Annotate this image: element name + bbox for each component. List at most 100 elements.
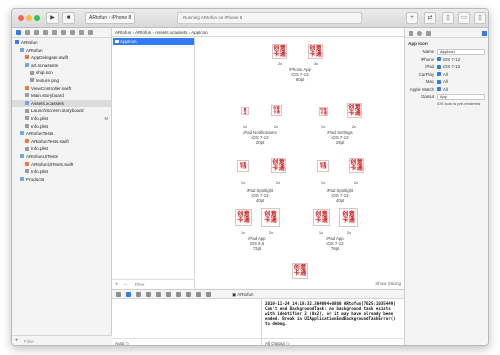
icon-slot-ipad-app-713-1x[interactable]: 创意卡通 — [313, 209, 330, 226]
icon-slot-ipad-settings-2x[interactable]: 创意卡通 — [347, 103, 362, 118]
navigator-item[interactable]: Assets.xcassets — [12, 99, 111, 108]
icon-slot-ipad-app-713-2x[interactable]: 创意卡通 — [339, 208, 358, 227]
toggle-debug-button[interactable]: ▭ — [458, 12, 470, 24]
set-filter-input[interactable]: Filter — [135, 282, 145, 287]
icon-slot-ipad-settings-1x[interactable]: 创意卡通 — [319, 107, 328, 116]
navigator-item[interactable]: art.scnassets — [12, 62, 111, 70]
library-button[interactable]: + — [406, 12, 418, 24]
prerendered-checkbox[interactable]: iOS icon is pre-rendered — [405, 101, 488, 107]
navigator-item[interactable]: ARtofunUITests.swift — [12, 161, 111, 169]
navigator-item-label: ViewController.swift — [31, 85, 71, 91]
scheme-selector[interactable]: ARtofun › iPhone 8 — [85, 12, 136, 24]
test-icon[interactable] — [61, 30, 66, 35]
platform-value[interactable]: All — [443, 86, 448, 94]
navigator-item[interactable]: ARtofunTests — [12, 130, 111, 138]
search-icon[interactable] — [43, 30, 48, 35]
platform-value[interactable]: iOS 7-13 — [443, 63, 460, 71]
view-debugger-icon[interactable] — [176, 292, 181, 297]
platform-value[interactable]: All — [443, 78, 448, 86]
jump-bar-path[interactable]: ARtofun › ARtofun › Assets.xcassets › Ap… — [115, 30, 208, 35]
breakpoints-toggle-icon[interactable] — [126, 292, 131, 297]
navigator-item[interactable]: texture.png — [12, 77, 111, 85]
zoom-window-button[interactable] — [34, 15, 40, 21]
icon-slot-ipad-spotlight-1x[interactable]: 创意卡通 — [317, 160, 329, 172]
platform-checkbox[interactable] — [437, 57, 441, 62]
report-icon[interactable] — [88, 30, 93, 35]
quick-help-icon[interactable] — [426, 31, 431, 36]
name-row: Name AppIcon — [405, 48, 488, 56]
variables-scope-select[interactable]: Auto — [115, 341, 124, 345]
minimize-window-button[interactable] — [26, 15, 32, 21]
debug-icon[interactable] — [70, 30, 75, 35]
navigator-item[interactable]: Products — [12, 176, 111, 184]
platform-checkbox[interactable] — [437, 79, 441, 84]
hide-debug-icon[interactable] — [116, 292, 121, 297]
step-in-icon[interactable] — [156, 292, 161, 297]
icon-slot-iphone-app-2x[interactable]: 创意卡通 — [272, 44, 287, 59]
run-button[interactable]: ▶ — [46, 12, 59, 24]
jump-bar-item[interactable]: Assets.xcassets — [155, 30, 187, 35]
console-output-select[interactable]: All Output — [265, 341, 285, 345]
platform-value[interactable]: All — [443, 71, 448, 79]
source-control-icon[interactable] — [25, 30, 30, 35]
asset-set-appicon[interactable]: AppIcon — [113, 38, 194, 45]
navigator-item[interactable]: ARtofunTests.swift — [12, 138, 111, 146]
navigator-item[interactable]: Info.plist — [12, 145, 111, 153]
folder-icon[interactable] — [16, 30, 21, 35]
file-icon — [25, 169, 29, 174]
step-out-icon[interactable] — [166, 292, 171, 297]
location-icon[interactable] — [206, 292, 211, 297]
navigator-item[interactable]: Info.plist — [12, 168, 111, 176]
add-asset-icon[interactable]: + — [115, 282, 119, 288]
attributes-icon[interactable] — [482, 31, 487, 36]
toggle-inspector-button[interactable]: ▯ — [474, 12, 486, 24]
symbol-icon[interactable] — [34, 30, 39, 35]
platform-value[interactable]: iOS 7-13 — [443, 56, 460, 64]
navigator-item[interactable]: LaunchScreen.storyboard — [12, 107, 111, 115]
file-inspector-icon[interactable] — [409, 31, 413, 36]
gamut-select[interactable]: Any — [437, 93, 485, 100]
icon-slot-ipad-app-56-1x[interactable]: 创意卡通 — [235, 209, 252, 226]
icon-slot-ipad-spotlight-1x[interactable]: 创意卡通 — [237, 160, 249, 172]
navigator-item[interactable]: Main.storyboard — [12, 92, 111, 100]
navigator-item[interactable]: Info.plist — [12, 123, 111, 131]
close-window-button[interactable] — [18, 15, 24, 21]
platform-checkbox[interactable] — [437, 87, 441, 92]
jump-bar-item[interactable]: AppIcon — [191, 30, 208, 35]
navigator-item[interactable]: ARtofun — [12, 47, 111, 55]
navigator-item[interactable]: ARtofun — [12, 39, 111, 47]
issue-icon[interactable] — [52, 30, 57, 35]
jump-bar-item[interactable]: ARtofun — [115, 30, 131, 35]
navigator-item[interactable]: AppDelegate.swift — [12, 54, 111, 62]
platform-checkbox[interactable] — [437, 72, 441, 77]
icon-slot-ipad-notif-2x[interactable]: 创意卡通 — [271, 105, 282, 116]
name-field[interactable]: AppIcon — [437, 48, 485, 55]
environment-icon[interactable] — [196, 292, 201, 297]
icon-slot-ipad-pro-app[interactable]: 创意卡通 — [292, 263, 308, 279]
step-over-icon[interactable] — [146, 292, 151, 297]
icon-slot-ipad-spotlight-2x[interactable]: 创意卡通 — [271, 158, 286, 173]
icon-slot-ipad-notif-1x[interactable]: 创意卡通 — [241, 107, 249, 115]
breakpoint-icon[interactable] — [79, 30, 84, 35]
icon-glyph: 通 — [356, 165, 363, 172]
navigator-filter-input[interactable]: Filter — [24, 336, 34, 345]
show-slicing-button[interactable]: Show Slicing — [375, 280, 401, 288]
navigator-item[interactable]: Info.plist M — [12, 115, 111, 123]
remove-asset-icon[interactable]: − — [124, 282, 128, 288]
code-review-button[interactable]: ⇄ — [424, 12, 436, 24]
stop-button[interactable]: ■ — [62, 12, 75, 24]
icon-slot-ipad-app-56-2x[interactable]: 创意卡通 — [261, 208, 280, 227]
jump-bar-item[interactable]: ARtofun — [135, 30, 151, 35]
navigator-item[interactable]: ViewController.swift — [12, 85, 111, 93]
navigator-item[interactable]: ship.scn — [12, 69, 111, 77]
icon-slot-iphone-app-3x[interactable]: 创意卡通 — [308, 44, 323, 59]
group-size: 40pt — [255, 198, 265, 204]
add-icon[interactable]: + — [15, 336, 19, 345]
icon-slot-ipad-spotlight-2x[interactable]: 创意卡通 — [349, 158, 364, 173]
memory-graph-icon[interactable] — [186, 292, 191, 297]
pause-icon[interactable] — [136, 292, 141, 297]
toggle-navigator-button[interactable]: ▯ — [442, 12, 454, 24]
platform-checkbox[interactable] — [437, 64, 441, 69]
navigator-item[interactable]: ARtofunUITests — [12, 153, 111, 161]
history-icon[interactable] — [417, 31, 422, 36]
